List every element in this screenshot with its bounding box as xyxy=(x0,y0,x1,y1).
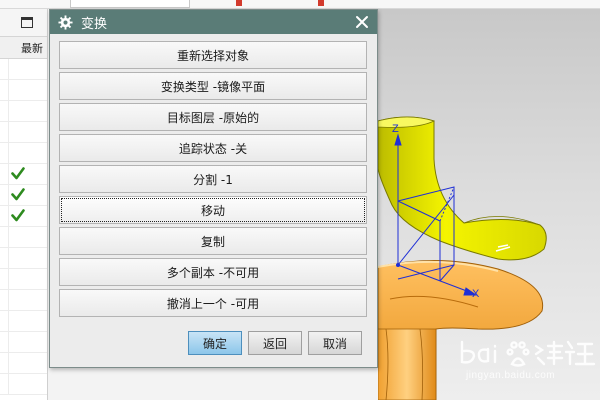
top-toolbar-strip xyxy=(0,0,600,9)
navigator-row[interactable] xyxy=(0,206,47,227)
part-navigator-panel: 最新 xyxy=(0,9,48,400)
row-separator xyxy=(8,206,9,226)
row-separator xyxy=(8,164,9,184)
row-separator xyxy=(8,101,9,121)
row-separator xyxy=(8,143,9,163)
navigator-row[interactable] xyxy=(0,311,47,332)
row-separator xyxy=(8,332,9,352)
toolbar-field[interactable] xyxy=(70,0,190,8)
row-separator xyxy=(8,59,9,79)
navigator-rows xyxy=(0,59,47,395)
row-separator xyxy=(8,311,9,331)
navigator-row[interactable] xyxy=(0,290,47,311)
check-icon xyxy=(11,188,25,201)
cancel-button[interactable]: 取消 xyxy=(308,331,362,355)
navigator-row[interactable] xyxy=(0,80,47,101)
navigator-row[interactable] xyxy=(0,227,47,248)
watermark-url: jingyan.baidu.com xyxy=(466,370,556,381)
check-icon xyxy=(11,209,25,222)
navigator-row[interactable] xyxy=(0,143,47,164)
row-separator xyxy=(8,269,9,289)
transform-option-button[interactable]: 重新选择对象 xyxy=(59,41,367,69)
row-separator xyxy=(8,248,9,268)
panel-header xyxy=(0,9,47,37)
transform-option-button[interactable]: 多个副本 -不可用 xyxy=(59,258,367,286)
navigator-row[interactable] xyxy=(0,332,47,353)
check-icon xyxy=(11,167,25,180)
dialog-title: 变换 xyxy=(81,16,108,32)
transform-option-button[interactable]: 分割 -1 xyxy=(59,165,367,193)
baidu-jingyan-logo xyxy=(460,340,596,367)
yellow-surface xyxy=(378,116,547,261)
gear-icon[interactable] xyxy=(58,14,73,30)
column-header-latest[interactable]: 最新 xyxy=(0,37,47,59)
transform-option-button[interactable]: 变换类型 -镜像平面 xyxy=(59,72,367,100)
navigator-row[interactable] xyxy=(0,269,47,290)
navigator-row[interactable] xyxy=(0,248,47,269)
navigator-row[interactable] xyxy=(0,353,47,374)
row-separator xyxy=(8,227,9,247)
transform-options-list: 重新选择对象 变换类型 -镜像平面 目标图层 -原始的 追踪状态 -关 分割 -1 移动复… xyxy=(59,41,367,320)
transform-option-button[interactable]: 追踪状态 -关 xyxy=(59,134,367,162)
row-separator xyxy=(8,185,9,205)
row-separator xyxy=(8,374,9,394)
column-header-label: 最新 xyxy=(21,41,43,55)
navigator-row[interactable] xyxy=(0,185,47,206)
transform-dialog: 变换 重新选择对象 变换类型 -镜像平面 目标图层 -原始的 追踪状态 -关 分割 -1… xyxy=(49,9,378,368)
close-icon[interactable] xyxy=(355,15,369,29)
ok-button[interactable]: 确定 xyxy=(188,331,242,355)
navigator-row[interactable] xyxy=(0,101,47,122)
toolbar-icon[interactable] xyxy=(318,0,324,6)
row-separator xyxy=(8,80,9,100)
transform-option-button[interactable]: 移动 xyxy=(59,196,367,224)
row-separator xyxy=(8,353,9,373)
transform-option-button[interactable]: 复制 xyxy=(59,227,367,255)
maximize-icon[interactable] xyxy=(21,17,33,28)
navigator-row[interactable] xyxy=(0,374,47,395)
dialog-footer: 确定 返回 取消 xyxy=(50,331,377,361)
row-separator xyxy=(8,122,9,142)
axis-z-label: Z xyxy=(392,123,399,135)
navigator-row[interactable] xyxy=(0,59,47,80)
back-button[interactable]: 返回 xyxy=(248,331,302,355)
navigator-row[interactable] xyxy=(0,122,47,143)
dialog-titlebar[interactable]: 变换 xyxy=(50,10,377,34)
navigator-row[interactable] xyxy=(0,164,47,185)
row-separator xyxy=(8,290,9,310)
toolbar-icon[interactable] xyxy=(236,0,242,6)
transform-option-button[interactable]: 撤消上一个 -可用 xyxy=(59,289,367,317)
transform-option-button[interactable]: 目标图层 -原始的 xyxy=(59,103,367,131)
axis-x-label: X xyxy=(472,288,480,300)
